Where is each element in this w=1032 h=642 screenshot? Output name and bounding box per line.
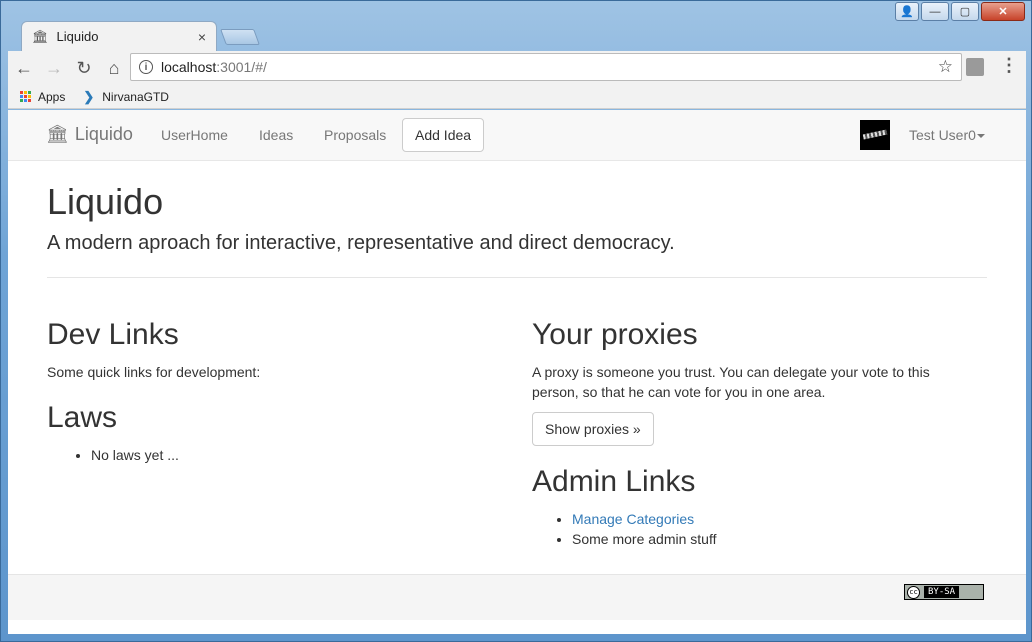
reload-button[interactable]: ↻ bbox=[70, 54, 98, 82]
navbar: 🏛 Liquido UserHome Ideas Proposals Add I… bbox=[8, 110, 1026, 161]
user-name: Test User0 bbox=[909, 127, 976, 143]
add-idea-button[interactable]: Add Idea bbox=[402, 118, 485, 152]
apps-icon bbox=[20, 90, 32, 103]
url-path: :3001/#/ bbox=[216, 59, 267, 75]
chevron-right-icon: ❯ bbox=[83, 88, 95, 104]
forward-button[interactable]: → bbox=[40, 54, 68, 82]
bank-icon: 🏛 bbox=[46, 124, 69, 144]
browser-window: 👤 — ▢ ✕ 🏛 Liquido × ← → ↻ ⌂ i localhost … bbox=[0, 0, 1032, 642]
divider bbox=[47, 277, 987, 278]
bookmark-star-icon[interactable]: ☆ bbox=[938, 57, 953, 77]
footer: cc BY-SA bbox=[8, 574, 1026, 620]
tab-liquido[interactable]: 🏛 Liquido × bbox=[21, 21, 217, 51]
extension-icon[interactable] bbox=[966, 58, 984, 76]
manage-categories-link[interactable]: Manage Categories bbox=[572, 511, 694, 527]
dev-links-heading: Dev Links bbox=[47, 318, 179, 351]
cc-icon: cc bbox=[907, 585, 920, 599]
caret-down-icon bbox=[976, 134, 985, 139]
laws-list: No laws yet ... bbox=[51, 445, 179, 465]
bank-icon: 🏛 bbox=[32, 28, 49, 44]
show-proxies-button[interactable]: Show proxies » bbox=[532, 412, 654, 446]
proxies-text-line2: person, so that he can vote for you in o… bbox=[532, 384, 826, 400]
user-menu-toggle[interactable]: Test User0 bbox=[909, 127, 985, 143]
list-item: Manage Categories bbox=[572, 509, 716, 529]
bookmarks-bar: Apps ❯ NirvanaGTD bbox=[8, 85, 1026, 109]
admin-links-heading: Admin Links bbox=[532, 465, 696, 498]
license-label: BY-SA bbox=[924, 586, 960, 598]
admin-links-list: Manage Categories Some more admin stuff bbox=[532, 509, 716, 549]
back-button[interactable]: ← bbox=[10, 54, 38, 82]
license-badge[interactable]: cc BY-SA bbox=[904, 584, 984, 600]
home-button[interactable]: ⌂ bbox=[100, 54, 128, 82]
page-title: Liquido bbox=[47, 181, 164, 222]
avatar[interactable] bbox=[860, 120, 890, 150]
info-icon[interactable]: i bbox=[139, 60, 153, 74]
nav-ideas[interactable]: Ideas bbox=[259, 127, 293, 143]
tab-strip: 🏛 Liquido × bbox=[9, 19, 1009, 51]
proxies-heading: Your proxies bbox=[532, 318, 698, 351]
brand-label: Liquido bbox=[74, 124, 133, 144]
dev-links-text: Some quick links for development: bbox=[47, 364, 261, 380]
browser-menu-icon[interactable]: ⋮ bbox=[1000, 55, 1018, 76]
close-tab-icon[interactable]: × bbox=[198, 29, 206, 45]
tab-title: Liquido bbox=[56, 29, 99, 44]
bookmark-apps[interactable]: Apps bbox=[20, 90, 65, 104]
new-tab-button[interactable] bbox=[220, 29, 260, 45]
browser-toolbar: ← → ↻ ⌂ i localhost :3001/#/ ☆ ⋮ bbox=[8, 51, 1026, 85]
address-bar[interactable]: i localhost :3001/#/ ☆ bbox=[130, 53, 962, 81]
list-item: No laws yet ... bbox=[91, 445, 179, 465]
bookmark-label: Apps bbox=[38, 89, 66, 104]
page-lead: A modern aproach for interactive, repres… bbox=[47, 232, 675, 254]
navbar-brand[interactable]: 🏛 Liquido bbox=[46, 124, 133, 145]
bookmark-label: NirvanaGTD bbox=[102, 89, 169, 104]
url-host: localhost bbox=[161, 59, 217, 75]
list-item: Some more admin stuff bbox=[572, 529, 716, 549]
bookmark-nirvanagtd[interactable]: ❯ NirvanaGTD bbox=[83, 89, 169, 105]
nav-proposals[interactable]: Proposals bbox=[324, 127, 386, 143]
laws-heading: Laws bbox=[47, 401, 118, 434]
nav-userhome[interactable]: UserHome bbox=[161, 127, 228, 143]
web-page: 🏛 Liquido UserHome Ideas Proposals Add I… bbox=[8, 110, 1026, 634]
proxies-text-line1: A proxy is someone you trust. You can de… bbox=[532, 364, 930, 380]
